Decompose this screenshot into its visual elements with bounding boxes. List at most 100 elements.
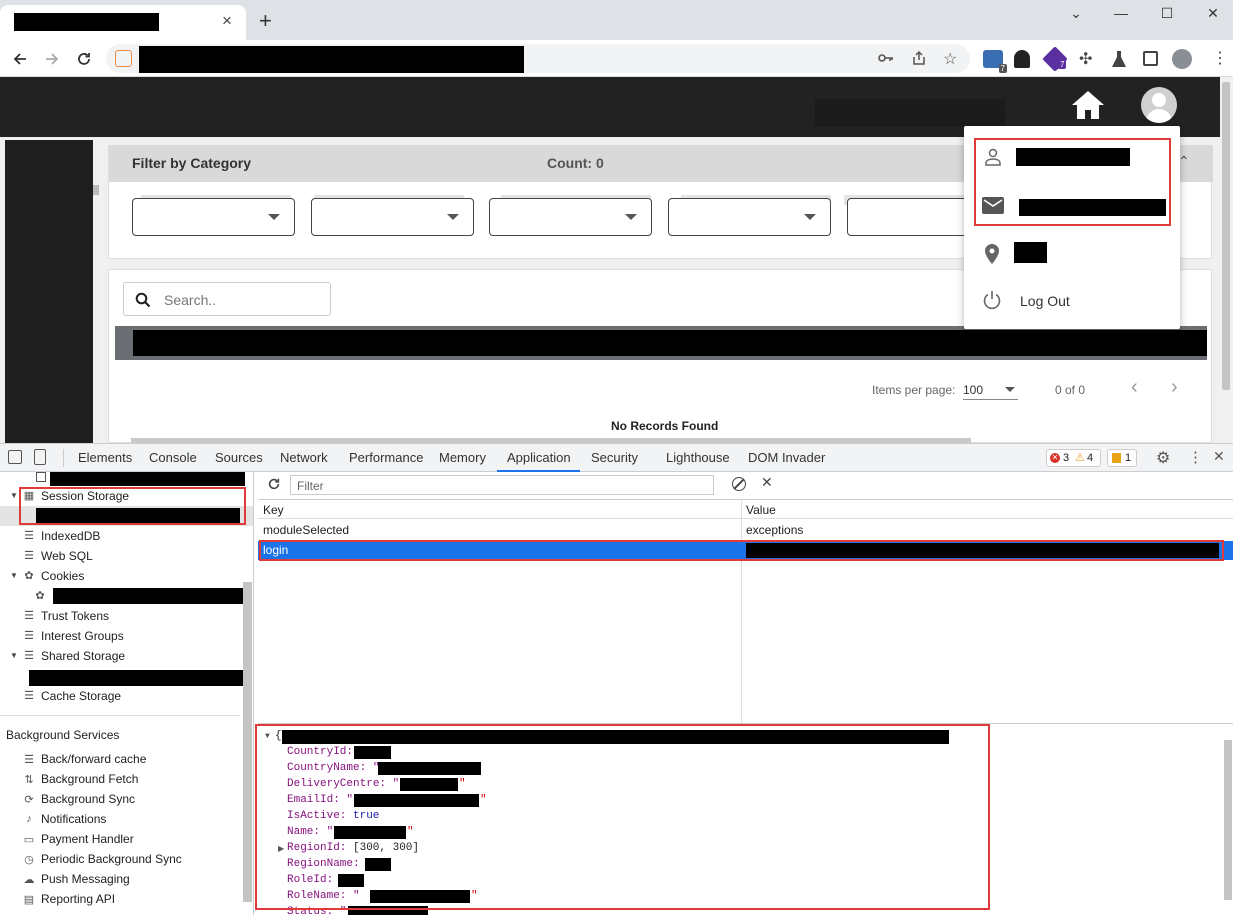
- items-per-page-select[interactable]: 100: [963, 378, 1018, 400]
- sidebar-item-indexeddb[interactable]: IndexedDB: [41, 529, 100, 543]
- issue-icon: [1112, 453, 1121, 463]
- sidebar-item-websql[interactable]: Web SQL: [41, 549, 93, 563]
- json-key-is-active: IsActive:: [287, 810, 347, 822]
- sidebar-scrollbar[interactable]: [243, 582, 252, 902]
- key-column-header[interactable]: Key: [263, 503, 284, 517]
- prev-page-icon[interactable]: ‹: [1131, 376, 1138, 399]
- cloud-icon: ☁: [23, 873, 35, 886]
- sidebar-item-bg-fetch[interactable]: Background Fetch: [41, 772, 138, 786]
- issues-counter[interactable]: 1: [1107, 449, 1137, 467]
- more-options-icon[interactable]: ⋮: [1188, 448, 1203, 466]
- json-key-country-name: CountryName: ": [287, 762, 380, 774]
- tab-security[interactable]: Security: [591, 450, 638, 465]
- expand-triangle-icon[interactable]: ▼: [265, 732, 270, 741]
- sidebar-item-bfcache[interactable]: Back/forward cache: [41, 752, 146, 766]
- tab-application[interactable]: Application: [507, 450, 571, 465]
- tab-sources[interactable]: Sources: [215, 450, 263, 465]
- maximize-button[interactable]: ☐: [1144, 0, 1190, 26]
- tab-search-icon[interactable]: ⌄: [1053, 0, 1099, 26]
- page-scrollbar[interactable]: [1222, 82, 1230, 390]
- side-panel-icon[interactable]: [1143, 51, 1158, 66]
- next-page-icon[interactable]: ›: [1171, 376, 1178, 399]
- extension-1-icon[interactable]: 7: [983, 50, 1007, 73]
- errors-warnings-counter[interactable]: ✕ 3 ⚠ 4: [1046, 449, 1101, 467]
- sync-icon: ⟳: [24, 793, 34, 806]
- extensions-puzzle-icon[interactable]: ✣: [1079, 49, 1092, 69]
- forward-icon[interactable]: [41, 48, 63, 70]
- value-column-header[interactable]: Value: [746, 503, 776, 517]
- user-avatar-icon[interactable]: [1141, 87, 1177, 123]
- category-dropdown-4[interactable]: [668, 198, 831, 236]
- tab-console[interactable]: Console: [149, 450, 197, 465]
- table-row[interactable]: moduleSelected exceptions: [258, 520, 1233, 540]
- key-icon[interactable]: [878, 51, 894, 68]
- table-row-selected[interactable]: login: [258, 541, 1233, 560]
- sidebar-item-notifications[interactable]: Notifications: [41, 812, 106, 826]
- labs-flask-icon[interactable]: [1111, 50, 1127, 71]
- json-value-redacted: [365, 858, 391, 871]
- new-tab-button[interactable]: +: [259, 8, 272, 34]
- database-icon: ☰: [24, 753, 34, 766]
- selected-origin-row[interactable]: [0, 506, 253, 526]
- items-per-page-label: Items per page:: [872, 383, 956, 397]
- refresh-icon[interactable]: [267, 477, 281, 494]
- profile-avatar-icon[interactable]: [1172, 49, 1192, 69]
- sidebar-item-session-storage[interactable]: Session Storage: [41, 489, 129, 503]
- tab-performance[interactable]: Performance: [349, 450, 423, 465]
- close-devtools-icon[interactable]: ✕: [1213, 448, 1225, 465]
- warning-count: 4: [1087, 452, 1094, 464]
- device-toolbar-icon[interactable]: [34, 449, 46, 465]
- search-input[interactable]: Search..: [123, 282, 331, 316]
- sidebar-item-interest-groups[interactable]: Interest Groups: [41, 629, 124, 643]
- settings-gear-icon[interactable]: ⚙: [1156, 448, 1170, 468]
- chevron-down-icon: [1005, 387, 1015, 392]
- category-dropdown-3[interactable]: [489, 198, 652, 236]
- expand-triangle-icon[interactable]: ▶: [278, 844, 284, 854]
- sidebar-item-periodic-bg-sync[interactable]: Periodic Background Sync: [41, 852, 182, 866]
- logout-button[interactable]: Log Out: [1020, 293, 1070, 309]
- address-bar[interactable]: ☆: [106, 44, 970, 73]
- share-icon[interactable]: [911, 50, 927, 69]
- sidebar-item-payment-handler[interactable]: Payment Handler: [41, 832, 134, 846]
- sidebar-item-cookies[interactable]: Cookies: [41, 569, 84, 583]
- category-dropdown-1[interactable]: [132, 198, 295, 236]
- tab-network[interactable]: Network: [280, 450, 328, 465]
- tab-elements[interactable]: Elements: [78, 450, 132, 465]
- expand-triangle-icon[interactable]: ▼: [10, 491, 18, 500]
- json-value-is-active: true: [353, 810, 380, 822]
- sidebar-item-trust-tokens[interactable]: Trust Tokens: [41, 609, 109, 623]
- expand-triangle-icon[interactable]: ▼: [10, 651, 18, 660]
- expand-triangle-icon[interactable]: ▼: [10, 571, 18, 580]
- filter-input[interactable]: Filter: [290, 475, 714, 495]
- home-icon[interactable]: [1070, 89, 1106, 124]
- extension-2-icon[interactable]: [1014, 50, 1030, 68]
- tab-dom-invader[interactable]: DOM Invader: [748, 450, 825, 465]
- back-icon[interactable]: [9, 48, 31, 70]
- tab-lighthouse[interactable]: Lighthouse: [666, 450, 730, 465]
- clear-all-icon[interactable]: [732, 477, 746, 491]
- delete-selected-icon[interactable]: ✕: [761, 474, 773, 491]
- browser-tab[interactable]: ×: [0, 5, 246, 40]
- sidebar-item-bg-sync[interactable]: Background Sync: [41, 792, 135, 806]
- json-value-redacted: [400, 778, 458, 791]
- storage-table-header: Key Value: [258, 499, 1233, 519]
- json-key-region-id: RegionId:: [287, 842, 347, 854]
- sidebar-item-reporting-api[interactable]: Reporting API: [41, 892, 115, 906]
- sidebar-item-push-messaging[interactable]: Push Messaging: [41, 872, 130, 886]
- preview-scrollbar[interactable]: [1224, 740, 1232, 900]
- json-value-redacted: [370, 890, 470, 903]
- power-icon[interactable]: [982, 290, 1002, 313]
- extension-1-badge: 7: [998, 64, 1007, 73]
- reload-icon[interactable]: [73, 48, 95, 70]
- close-window-button[interactable]: ✕: [1190, 0, 1233, 26]
- minimize-button[interactable]: —: [1098, 0, 1144, 26]
- bookmark-star-icon[interactable]: ☆: [943, 49, 957, 69]
- tab-close-icon[interactable]: ×: [222, 11, 232, 31]
- chrome-menu-icon[interactable]: ⋮: [1212, 48, 1228, 68]
- pagination-range: 0 of 0: [1055, 383, 1086, 397]
- category-dropdown-2[interactable]: [311, 198, 474, 236]
- tab-memory[interactable]: Memory: [439, 450, 486, 465]
- sidebar-item-cache-storage[interactable]: Cache Storage: [41, 689, 121, 703]
- inspect-element-icon[interactable]: [8, 450, 22, 464]
- sidebar-item-shared-storage[interactable]: Shared Storage: [41, 649, 125, 663]
